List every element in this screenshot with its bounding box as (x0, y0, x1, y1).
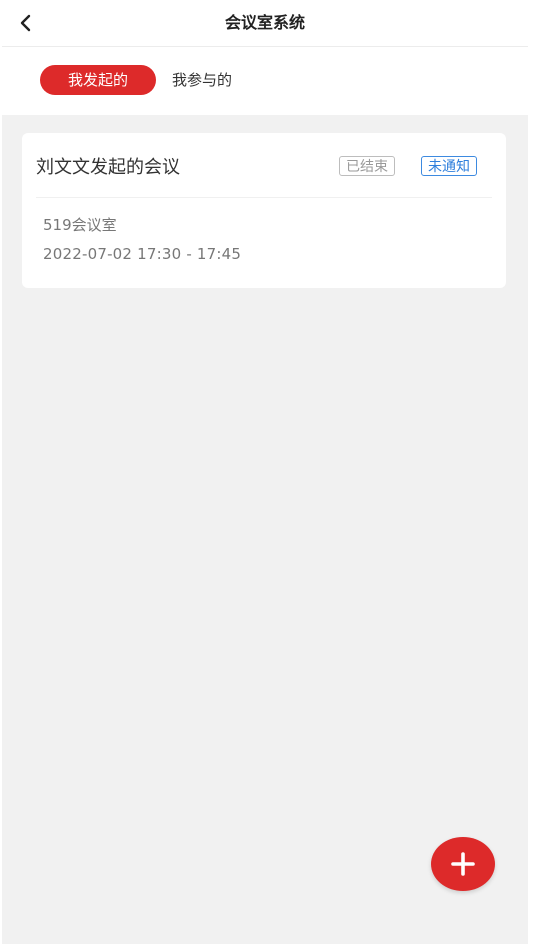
status-badge-ended: 已结束 (339, 156, 395, 176)
add-meeting-button[interactable] (431, 837, 495, 891)
tab-bar: 我发起的 我参与的 (2, 47, 528, 115)
meeting-title: 刘文文发起的会议 (36, 157, 180, 178)
tab-participated[interactable]: 我参与的 (172, 65, 232, 95)
meeting-card[interactable]: 刘文文发起的会议 已结束 未通知 519会议室 2022-07-02 17:30… (22, 133, 506, 288)
meeting-room: 519会议室 (43, 216, 117, 234)
page-title: 会议室系统 (224, 13, 305, 32)
tab-initiated[interactable]: 我发起的 (40, 65, 156, 95)
plus-icon (451, 852, 475, 876)
app-screen: 会议室系统 我发起的 我参与的 刘文文发起的会议 已结束 未通知 519会议室 … (2, 0, 528, 944)
top-bar: 会议室系统 (2, 0, 528, 47)
card-divider (36, 197, 492, 198)
meeting-time: 2022-07-02 17:30 - 17:45 (43, 245, 242, 263)
status-badge-notify: 未通知 (421, 156, 477, 176)
